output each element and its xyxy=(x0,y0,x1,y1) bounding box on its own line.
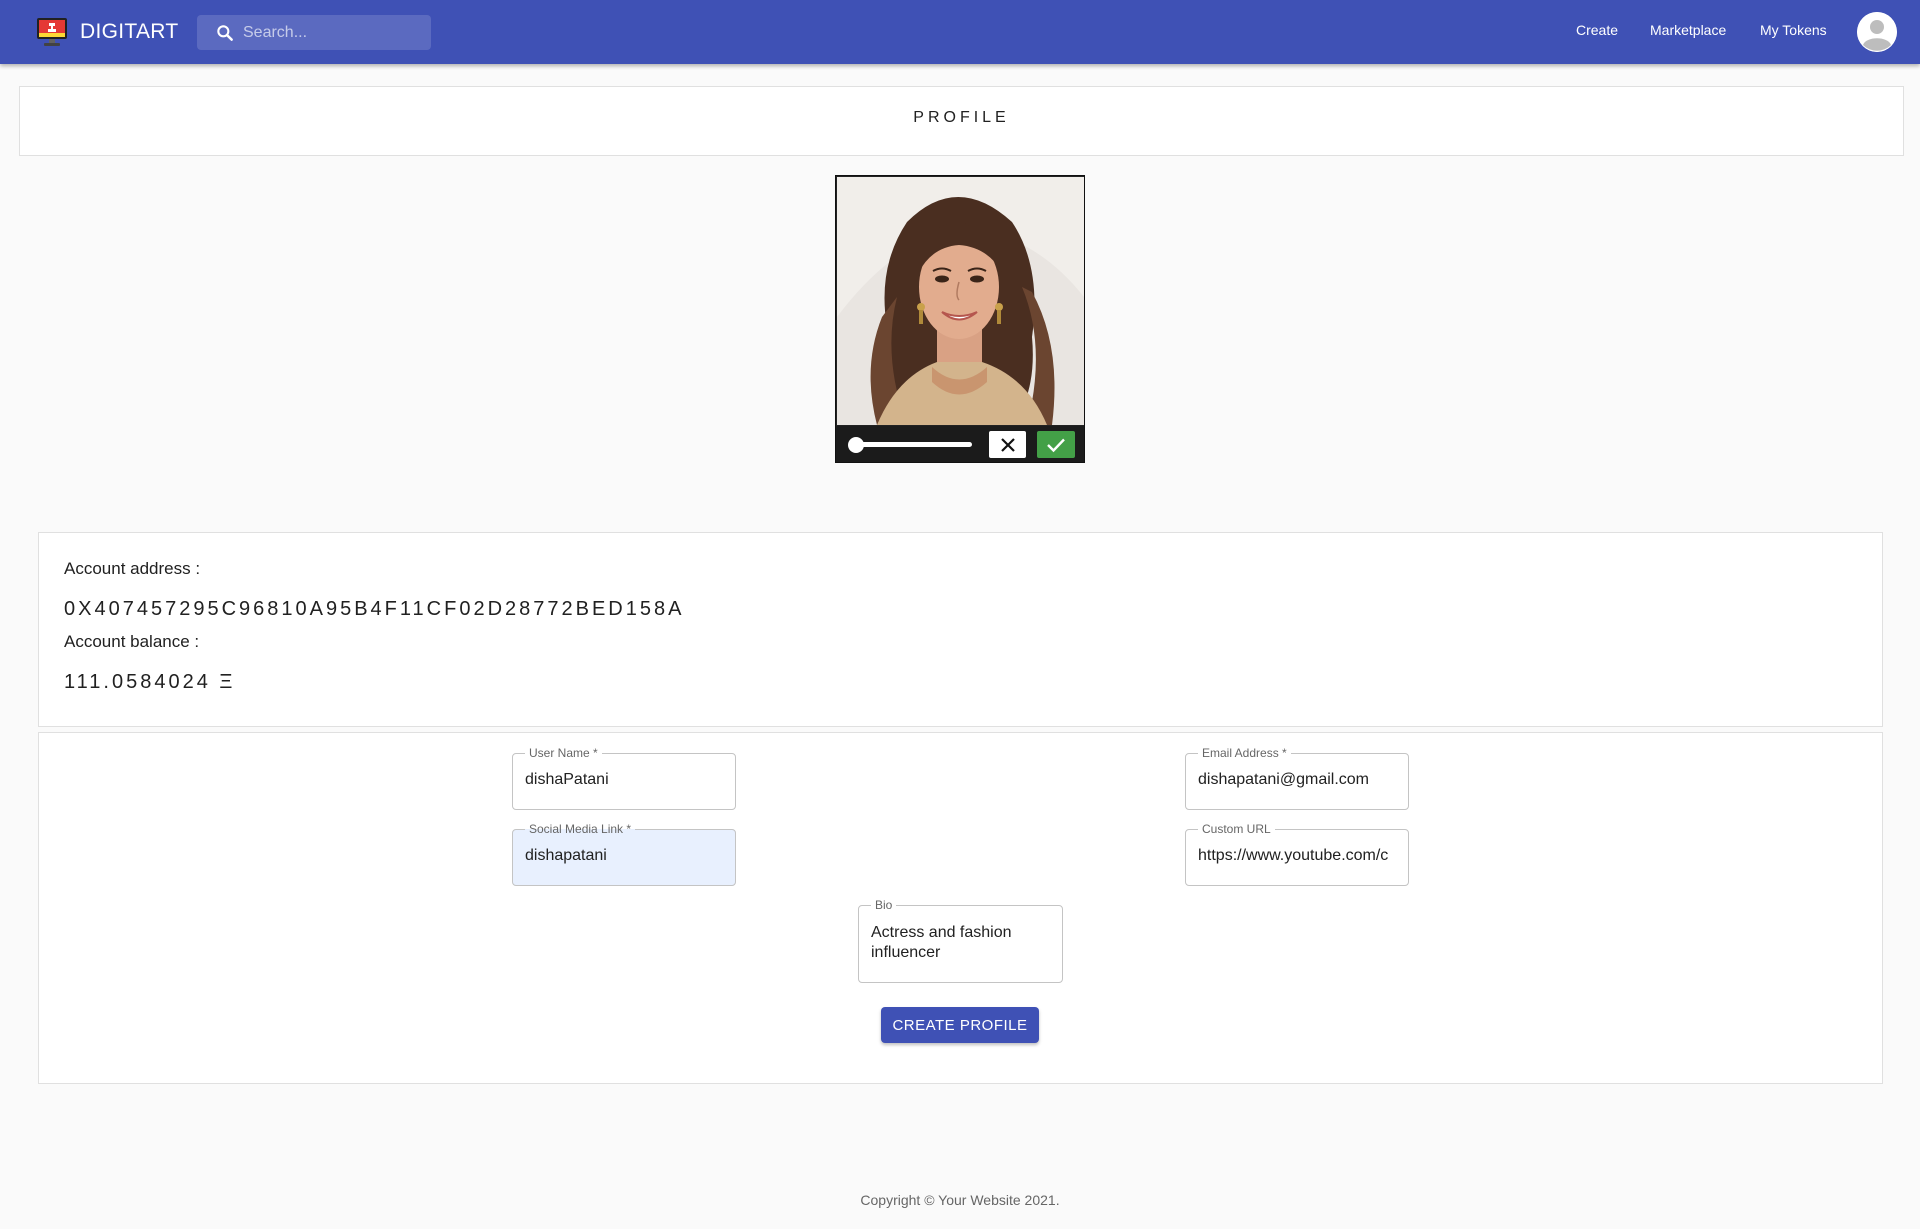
profile-form-card: User Name * dishaPatani Email Address * … xyxy=(38,732,1883,1084)
app-bar: DIGITART Create Marketplace My Tokens xyxy=(0,0,1920,64)
nav-marketplace[interactable]: Marketplace xyxy=(1650,22,1726,38)
profile-header-card: PROFILE xyxy=(19,86,1904,156)
email-field[interactable]: Email Address * dishapatani@gmail.com xyxy=(1185,747,1409,810)
zoom-slider-track[interactable] xyxy=(856,442,972,447)
bio-label: Bio xyxy=(875,898,893,912)
avatar-crop-editor xyxy=(835,175,1085,463)
cancel-crop-button[interactable] xyxy=(989,431,1026,458)
close-icon xyxy=(1000,437,1015,452)
account-balance-value: 111.0584024 Ξ xyxy=(64,671,236,693)
email-input[interactable]: dishapatani@gmail.com xyxy=(1198,771,1396,789)
search-icon xyxy=(217,25,233,41)
bio-textarea[interactable]: Actress and fashion influencer xyxy=(871,923,1050,963)
user-name-field[interactable]: User Name * dishaPatani xyxy=(512,747,736,810)
social-media-field[interactable]: Social Media Link * dishapatani xyxy=(512,823,736,886)
profile-photo[interactable] xyxy=(837,177,1084,425)
account-balance-label: Account balance : xyxy=(64,632,200,651)
profile-photo-image xyxy=(837,177,1084,425)
custom-url-input[interactable]: https://www.youtube.com/c xyxy=(1198,847,1396,865)
custom-url-label: Custom URL xyxy=(1202,822,1271,836)
account-avatar[interactable] xyxy=(1857,12,1897,52)
account-address-value: 0X407457295C96810A95B4F11CF02D28772BED15… xyxy=(64,598,685,620)
account-address-label: Account address : xyxy=(64,559,201,578)
email-label: Email Address * xyxy=(1202,746,1287,760)
user-name-label: User Name * xyxy=(529,746,598,760)
monitor-logo-icon[interactable] xyxy=(36,16,68,48)
search-input[interactable] xyxy=(243,15,423,50)
crop-toolbar xyxy=(836,426,1084,462)
account-info-card: Account address : 0X407457295C96810A95B4… xyxy=(38,532,1883,727)
bio-field[interactable]: Bio Actress and fashion influencer xyxy=(858,899,1063,983)
custom-url-field[interactable]: Custom URL https://www.youtube.com/c xyxy=(1185,823,1409,886)
user-icon xyxy=(1857,12,1897,52)
confirm-crop-button[interactable] xyxy=(1037,431,1075,458)
nav-create[interactable]: Create xyxy=(1576,22,1618,38)
nav-my-tokens[interactable]: My Tokens xyxy=(1760,22,1827,38)
search-box[interactable] xyxy=(197,15,431,50)
brand-name[interactable]: DIGITART xyxy=(80,20,178,44)
social-media-input[interactable]: dishapatani xyxy=(525,847,723,865)
create-profile-button[interactable]: CREATE PROFILE xyxy=(881,1007,1039,1043)
zoom-slider-thumb[interactable] xyxy=(848,437,864,453)
social-media-label: Social Media Link * xyxy=(529,822,632,836)
check-icon xyxy=(1047,438,1065,452)
footer-copyright: Copyright © Your Website 2021. xyxy=(860,1192,1060,1208)
user-name-input[interactable]: dishaPatani xyxy=(525,771,723,789)
page-title: PROFILE xyxy=(913,109,1010,126)
